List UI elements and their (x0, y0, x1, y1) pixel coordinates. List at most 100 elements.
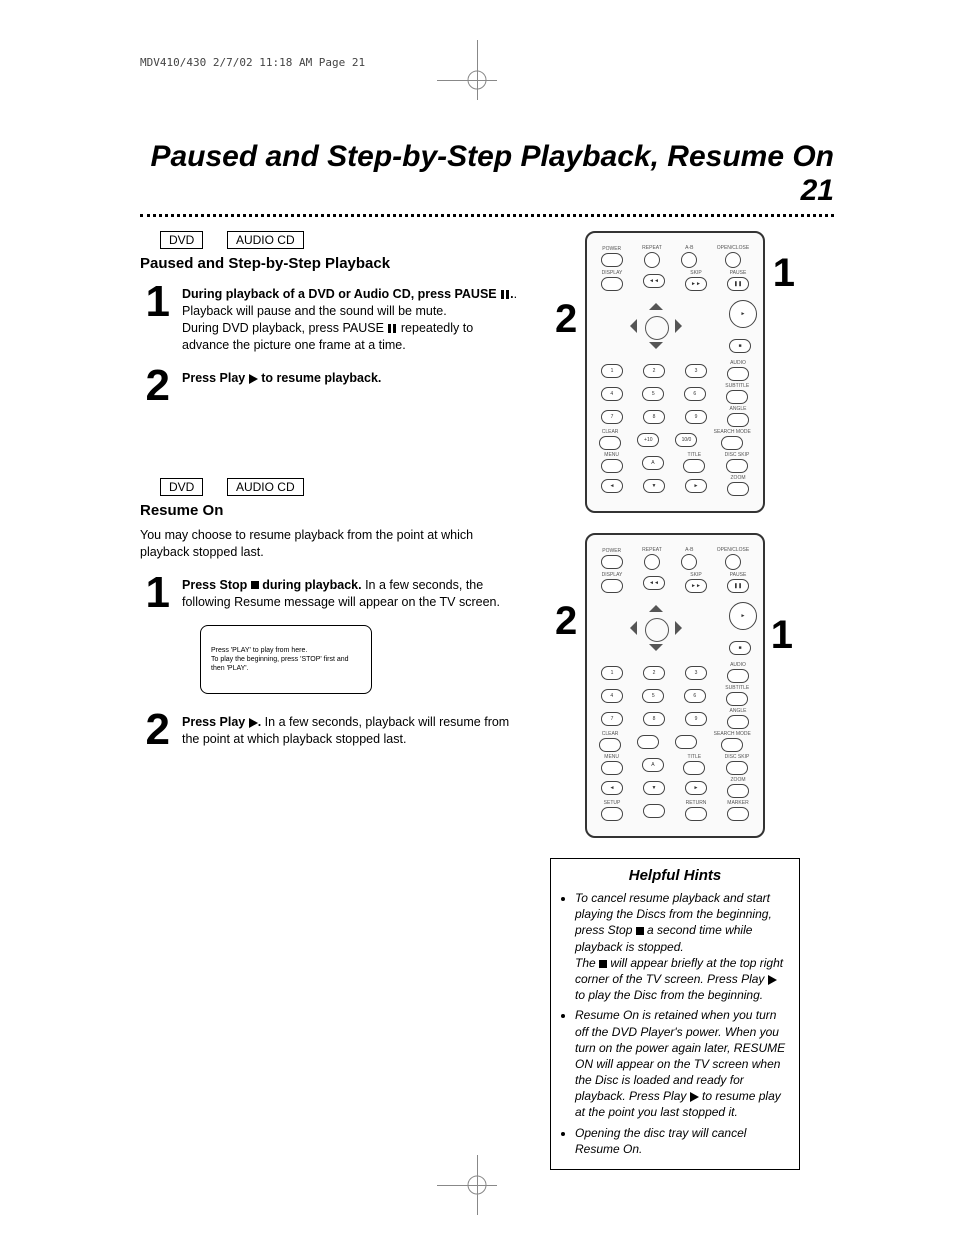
remote-audio-button (727, 367, 749, 381)
lbl-title: TITLE (687, 453, 701, 458)
remote-right-button: ► (685, 479, 707, 493)
lbl-pause: PAUSE (730, 573, 747, 578)
s2s1-b: during playback. (259, 578, 362, 592)
remote-num-1: 1 (601, 364, 623, 378)
arrow-up-icon (649, 598, 663, 612)
lbl-setup: SETUP (604, 801, 621, 806)
remote-search-button (721, 738, 743, 752)
remote-a-button: A (642, 456, 664, 470)
remote-discskip-button (726, 459, 748, 473)
step1-text: During playback of a DVD or Audio CD, pr… (182, 280, 520, 354)
remote-subtitle-button (726, 390, 748, 404)
callout-1: 1 (773, 251, 795, 296)
remote-num-3: 3 (685, 666, 707, 680)
remote-num-7: 7 (601, 712, 623, 726)
step-number-2-icon: 2 (140, 708, 170, 752)
remote-open-button (725, 252, 741, 268)
crop-mark-bottom-icon (457, 1165, 497, 1205)
remote-num-2: 2 (643, 364, 665, 378)
remote-repeat-button (644, 554, 660, 570)
remote-a-button: A (642, 758, 664, 772)
remote-ok-button (645, 316, 669, 340)
remote-title-button (683, 459, 705, 473)
pause-icon (500, 286, 510, 303)
section1-step2: 2 Press Play to resume playback. (140, 364, 520, 408)
remote-plus10-button (637, 735, 659, 749)
section2-heading: Resume On (140, 502, 520, 519)
remote-angle-button (727, 413, 749, 427)
pause-icon (387, 320, 397, 337)
lbl-pause: PAUSE (730, 271, 747, 276)
h3a: Opening the disc tray will cancel Resume… (575, 1126, 746, 1156)
media-tags-2: DVD AUDIO CD (160, 478, 520, 496)
crop-mark-top-icon (457, 60, 497, 100)
arrow-up-icon (649, 296, 663, 310)
arrow-right-icon (675, 319, 689, 333)
arrow-left-icon (623, 319, 637, 333)
lbl-angle: ANGLE (730, 407, 747, 412)
lbl-repeat: REPEAT (642, 246, 662, 251)
remote-diagram-1: 1 2 POWER REPEAT A-B OPEN/CLOSE DISPLAY … (585, 231, 765, 513)
lbl-clear: CLEAR (602, 430, 619, 435)
remote-subtitle-button (726, 692, 748, 706)
s2s1-a: Press Stop (182, 578, 251, 592)
step-number-2-icon: 2 (140, 364, 170, 408)
remote-menu-button (601, 459, 623, 473)
lbl-open: OPEN/CLOSE (717, 548, 750, 553)
remote-zoom-button (727, 482, 749, 496)
remote-repeat-button (644, 252, 660, 268)
tag-dvd: DVD (160, 478, 203, 496)
hints-title: Helpful Hints (561, 867, 789, 884)
remote-play-button: ► (729, 300, 757, 328)
s1s1-c: During DVD playback, press PAUSE (182, 321, 387, 335)
hints-list: To cancel resume playback and start play… (561, 890, 789, 1157)
h1d: will appear briefly at the top right cor… (575, 956, 783, 986)
lbl-clear: CLEAR (602, 732, 619, 737)
section1-heading: Paused and Step-by-Step Playback (140, 255, 520, 272)
tag-audio-cd: AUDIO CD (227, 478, 304, 496)
lbl-skip: SKIP (690, 573, 701, 578)
remote-num-8: 8 (643, 712, 665, 726)
arrow-right-icon (675, 621, 689, 635)
remote-down-button: ▼ (643, 781, 665, 795)
remote-audio-button (727, 669, 749, 683)
remote-skip-fwd-button: ►► (685, 277, 707, 291)
right-column: 1 2 POWER REPEAT A-B OPEN/CLOSE DISPLAY … (550, 231, 800, 1170)
remote-plus10-button: +10 (637, 433, 659, 447)
remote-num-4: 4 (601, 387, 623, 401)
remote-num-5: 5 (642, 387, 664, 401)
play-icon (249, 374, 258, 384)
h1c: The (575, 956, 599, 970)
manual-page: MDV410/430 2/7/02 11:18 AM Page 21 Pause… (0, 0, 954, 1235)
lbl-search: SEARCH MODE (714, 430, 751, 435)
lbl-marker: MARKER (727, 801, 748, 806)
remote-title-button (683, 761, 705, 775)
remote-open-button (725, 554, 741, 570)
s1s2-a: Press Play (182, 371, 249, 385)
remote-discskip-button (726, 761, 748, 775)
s2s2-text: Press Play . In a few seconds, playback … (182, 708, 520, 752)
remote-num-2: 2 (643, 666, 665, 680)
hint-3: Opening the disc tray will cancel Resume… (575, 1125, 789, 1157)
hint-1: To cancel resume playback and start play… (575, 890, 789, 1003)
remote-pause-button: ❚❚ (727, 277, 749, 291)
lbl-discskip: DISC SKIP (725, 453, 750, 458)
lbl-search: SEARCH MODE (714, 732, 751, 737)
remote-search-button (721, 436, 743, 450)
remote-10-0-button (675, 735, 697, 749)
remote-power-button (601, 253, 623, 267)
lbl-menu: MENU (604, 453, 619, 458)
remote-left-button: ◄ (601, 781, 623, 795)
media-tags: DVD AUDIO CD (160, 231, 520, 249)
lbl-skip: SKIP (690, 271, 701, 276)
lbl-open: OPEN/CLOSE (717, 246, 750, 251)
remote-ext1-button (643, 804, 665, 818)
remote-display-button (601, 579, 623, 593)
remote-num-5: 5 (642, 689, 664, 703)
remote-down-button: ▼ (643, 479, 665, 493)
remote-play-button: ► (729, 602, 757, 630)
remote-ab-button (681, 554, 697, 570)
lbl-return: RETURN (686, 801, 707, 806)
remote-display-button (601, 277, 623, 291)
stop-icon (251, 581, 259, 589)
